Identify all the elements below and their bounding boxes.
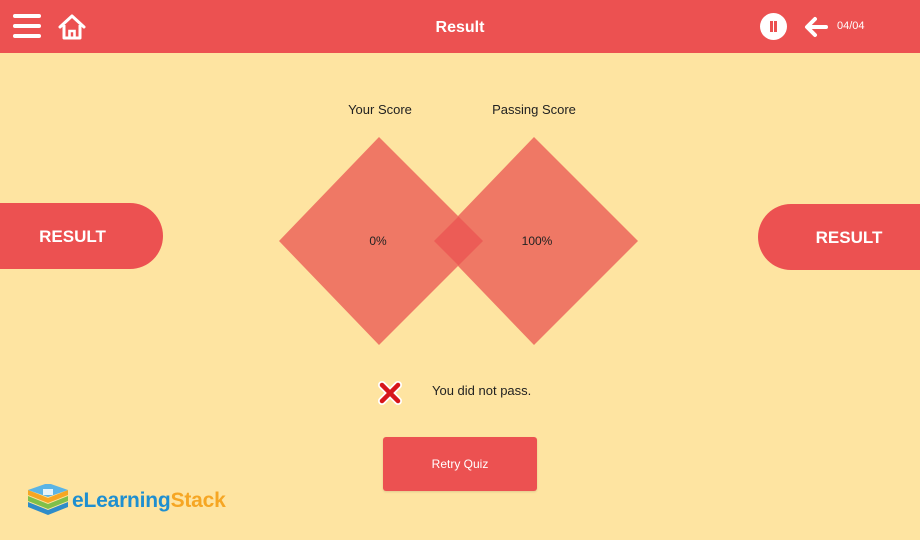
page-counter: 04/04 (837, 20, 865, 32)
passing-score-label: Passing Score (492, 102, 576, 117)
result-tab-left: RESULT (0, 203, 163, 269)
your-score-label: Your Score (348, 102, 412, 117)
pause-icon[interactable] (760, 13, 787, 40)
logo-text-accent: Stack (170, 489, 226, 512)
result-tab-left-label: RESULT (39, 227, 106, 246)
elearningstack-logo: eLearningStack (26, 484, 246, 524)
result-tab-right: RESULT (758, 204, 920, 270)
logo-text-main: eLearning (72, 489, 171, 512)
passing-score-value: 100% (521, 234, 553, 248)
hamburger-menu-icon[interactable] (13, 14, 41, 38)
logo-books-icon (28, 484, 68, 515)
score-diamonds (279, 137, 638, 345)
result-message: You did not pass. (432, 383, 532, 398)
result-tab-right-label: RESULT (815, 228, 883, 247)
logo-text: eLearningStack (72, 489, 226, 513)
back-arrow-icon[interactable] (803, 16, 829, 38)
x-mark-icon (377, 380, 403, 406)
your-score-value: 0% (369, 234, 387, 248)
retry-quiz-button[interactable]: Retry Quiz (383, 437, 537, 491)
top-bar: Result 04/04 (0, 0, 920, 53)
home-icon[interactable] (57, 13, 87, 41)
